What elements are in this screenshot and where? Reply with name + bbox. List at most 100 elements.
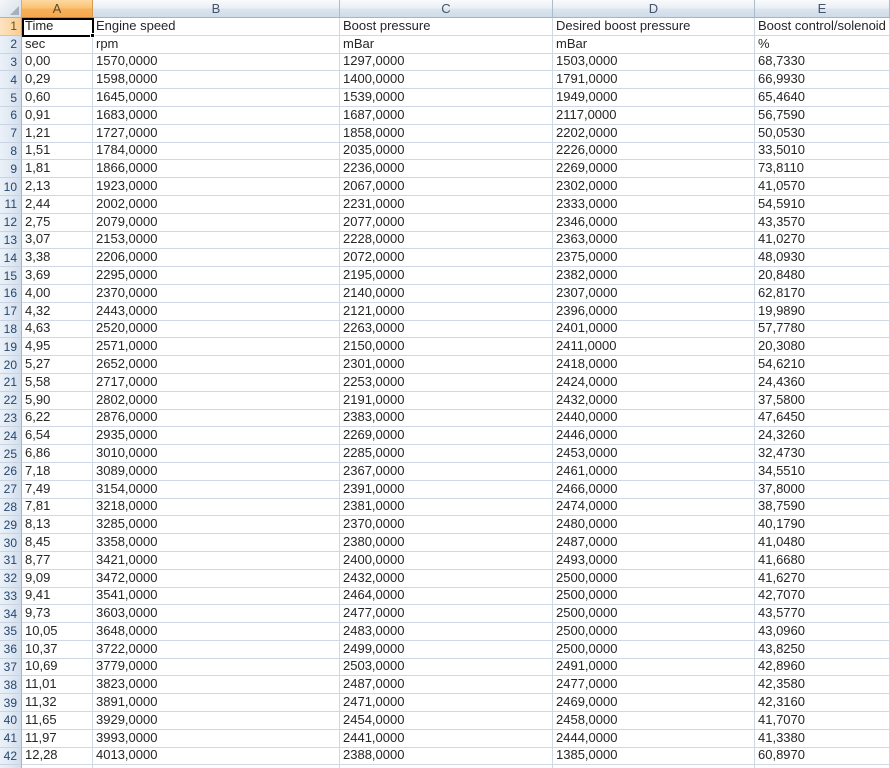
cell-C7[interactable]: 1858,0000	[340, 125, 553, 143]
cell-E25[interactable]: 32,4730	[755, 445, 890, 463]
row-header-24[interactable]: 24	[0, 427, 22, 445]
cell-C33[interactable]: 2464,0000	[340, 588, 553, 606]
cell-A6[interactable]: 0,91	[22, 107, 93, 125]
cell-D3[interactable]: 1503,0000	[553, 54, 755, 72]
cell-C34[interactable]: 2477,0000	[340, 605, 553, 623]
cell-D20[interactable]: 2418,0000	[553, 356, 755, 374]
cell-E4[interactable]: 66,9930	[755, 71, 890, 89]
cell-E6[interactable]: 56,7590	[755, 107, 890, 125]
cell-A34[interactable]: 9,73	[22, 605, 93, 623]
row-header-11[interactable]: 11	[0, 196, 22, 214]
cell-B28[interactable]: 3218,0000	[93, 499, 340, 517]
cell-E8[interactable]: 33,5010	[755, 143, 890, 161]
cell-A11[interactable]: 2,44	[22, 196, 93, 214]
cell-E26[interactable]: 34,5510	[755, 463, 890, 481]
cell-A10[interactable]: 2,13	[22, 178, 93, 196]
row-header-16[interactable]: 16	[0, 285, 22, 303]
cell-E16[interactable]: 62,8170	[755, 285, 890, 303]
cell-D23[interactable]: 2440,0000	[553, 410, 755, 428]
cell-A40[interactable]: 11,65	[22, 712, 93, 730]
cell-D13[interactable]: 2363,0000	[553, 232, 755, 250]
cell-A37[interactable]: 10,69	[22, 659, 93, 677]
cell-A42[interactable]: 12,28	[22, 748, 93, 766]
cell-B11[interactable]: 2002,0000	[93, 196, 340, 214]
cell-C9[interactable]: 2236,0000	[340, 160, 553, 178]
row-header-40[interactable]: 40	[0, 712, 22, 730]
cell-A26[interactable]: 7,18	[22, 463, 93, 481]
cell-D30[interactable]: 2487,0000	[553, 534, 755, 552]
cell-B38[interactable]: 3823,0000	[93, 676, 340, 694]
row-header-13[interactable]: 13	[0, 232, 22, 250]
cell-B41[interactable]: 3993,0000	[93, 730, 340, 748]
cell-B4[interactable]: 1598,0000	[93, 71, 340, 89]
cell-C15[interactable]: 2195,0000	[340, 267, 553, 285]
row-header-38[interactable]: 38	[0, 676, 22, 694]
cell-B25[interactable]: 3010,0000	[93, 445, 340, 463]
cell-B34[interactable]: 3603,0000	[93, 605, 340, 623]
cell-E35[interactable]: 43,0960	[755, 623, 890, 641]
cell-E36[interactable]: 43,8250	[755, 641, 890, 659]
column-header-E[interactable]: E	[755, 0, 890, 18]
cell-E37[interactable]: 42,8960	[755, 659, 890, 677]
cell-C10[interactable]: 2067,0000	[340, 178, 553, 196]
cell-D14[interactable]: 2375,0000	[553, 249, 755, 267]
cell-D39[interactable]: 2469,0000	[553, 694, 755, 712]
row-header-7[interactable]: 7	[0, 125, 22, 143]
cell-E19[interactable]: 20,3080	[755, 338, 890, 356]
cell-C11[interactable]: 2231,0000	[340, 196, 553, 214]
cell-C19[interactable]: 2150,0000	[340, 338, 553, 356]
cell-C17[interactable]: 2121,0000	[340, 303, 553, 321]
cell-A14[interactable]: 3,38	[22, 249, 93, 267]
cell-E1[interactable]: Boost control/solenoid	[755, 18, 890, 36]
cell-C3[interactable]: 1297,0000	[340, 54, 553, 72]
row-header-9[interactable]: 9	[0, 160, 22, 178]
cell-C26[interactable]: 2367,0000	[340, 463, 553, 481]
cell-C27[interactable]: 2391,0000	[340, 481, 553, 499]
cell-A19[interactable]: 4,95	[22, 338, 93, 356]
cell-D35[interactable]: 2500,0000	[553, 623, 755, 641]
cell-C1[interactable]: Boost pressure	[340, 18, 553, 36]
cell-A3[interactable]: 0,00	[22, 54, 93, 72]
cell-C40[interactable]: 2454,0000	[340, 712, 553, 730]
cell-B23[interactable]: 2876,0000	[93, 410, 340, 428]
cell-B10[interactable]: 1923,0000	[93, 178, 340, 196]
cell-A17[interactable]: 4,32	[22, 303, 93, 321]
cell-A27[interactable]: 7,49	[22, 481, 93, 499]
cell-A38[interactable]: 11,01	[22, 676, 93, 694]
cell-D36[interactable]: 2500,0000	[553, 641, 755, 659]
column-header-B[interactable]: B	[93, 0, 340, 18]
cell-C42[interactable]: 2388,0000	[340, 748, 553, 766]
row-header-39[interactable]: 39	[0, 694, 22, 712]
cell-B33[interactable]: 3541,0000	[93, 588, 340, 606]
cell-A36[interactable]: 10,37	[22, 641, 93, 659]
column-header-A[interactable]: A	[22, 0, 93, 18]
cell-D42[interactable]: 1385,0000	[553, 748, 755, 766]
cell-B36[interactable]: 3722,0000	[93, 641, 340, 659]
cell-C30[interactable]: 2380,0000	[340, 534, 553, 552]
cell-A35[interactable]: 10,05	[22, 623, 93, 641]
cell-D25[interactable]: 2453,0000	[553, 445, 755, 463]
cell-D29[interactable]: 2480,0000	[553, 516, 755, 534]
cell-D41[interactable]: 2444,0000	[553, 730, 755, 748]
row-header-21[interactable]: 21	[0, 374, 22, 392]
cell-A21[interactable]: 5,58	[22, 374, 93, 392]
cell-E32[interactable]: 41,6270	[755, 570, 890, 588]
cell-D18[interactable]: 2401,0000	[553, 321, 755, 339]
cell-A25[interactable]: 6,86	[22, 445, 93, 463]
cell-D31[interactable]: 2493,0000	[553, 552, 755, 570]
cell-C13[interactable]: 2228,0000	[340, 232, 553, 250]
cell-E30[interactable]: 41,0480	[755, 534, 890, 552]
cell-E7[interactable]: 50,0530	[755, 125, 890, 143]
cell-A30[interactable]: 8,45	[22, 534, 93, 552]
cell-E10[interactable]: 41,0570	[755, 178, 890, 196]
cell-B35[interactable]: 3648,0000	[93, 623, 340, 641]
row-header-41[interactable]: 41	[0, 730, 22, 748]
cell-B20[interactable]: 2652,0000	[93, 356, 340, 374]
column-header-C[interactable]: C	[340, 0, 553, 18]
cell-A4[interactable]: 0,29	[22, 71, 93, 89]
cell-C6[interactable]: 1687,0000	[340, 107, 553, 125]
cell-C2[interactable]: mBar	[340, 36, 553, 54]
cell-B9[interactable]: 1866,0000	[93, 160, 340, 178]
cell-E18[interactable]: 57,7780	[755, 321, 890, 339]
cell-C24[interactable]: 2269,0000	[340, 427, 553, 445]
